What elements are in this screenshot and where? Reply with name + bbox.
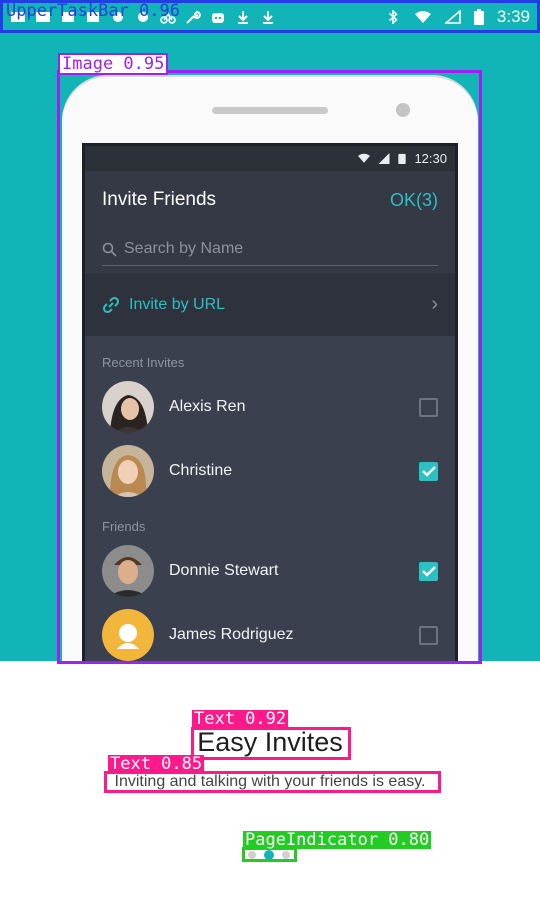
annotation-label: PageIndicator 0.80 — [243, 830, 432, 850]
ok-button[interactable]: OK(3) — [390, 190, 438, 211]
search-icon — [102, 242, 117, 257]
invite-by-url-label: Invite by URL — [129, 295, 226, 313]
android-icon — [212, 12, 224, 23]
onboarding-title: Easy Invites — [197, 727, 343, 757]
contact-name: Donnie Stewart — [169, 562, 279, 579]
contact-row[interactable]: Christine — [85, 439, 455, 503]
checkmark-icon — [421, 465, 436, 477]
annotation-label: UpperTaskBar 0.96 — [6, 1, 180, 21]
screen-title: Invite Friends — [102, 189, 217, 210]
page-dot[interactable] — [282, 851, 290, 859]
contact-checkbox-checked[interactable] — [419, 461, 438, 481]
battery-icon — [473, 8, 484, 25]
wifi-icon — [414, 10, 431, 23]
contact-name: Christine — [169, 462, 233, 479]
avatar — [102, 445, 154, 497]
avatar — [102, 545, 154, 597]
contact-row[interactable]: James Rodriguez — [85, 603, 455, 661]
onboarding-subtitle: Inviting and talking with your friends i… — [114, 773, 426, 790]
chevron-right-icon: › — [431, 293, 438, 315]
app-screen: 12:30 Invite Friends OK(3) Search by Nam… — [82, 143, 458, 661]
section-header-recent: Recent Invites — [102, 355, 185, 370]
page-indicator[interactable] — [243, 849, 295, 861]
avatar — [102, 609, 154, 661]
status-time: 3:39 — [496, 6, 530, 26]
onboarding-screen: 3:39 12:30 Invite Friends OK(3) Search b… — [0, 0, 540, 897]
mock-status-time: 12:30 — [414, 151, 447, 166]
contact-checkbox-checked[interactable] — [419, 561, 438, 581]
signal-icon — [444, 9, 461, 24]
avatar — [102, 381, 154, 433]
link-icon — [102, 296, 120, 313]
phone-speaker — [212, 107, 328, 114]
app-header: Invite Friends OK(3) Search by Name — [85, 171, 455, 273]
search-input[interactable]: Search by Name — [102, 233, 438, 266]
mock-status-bar: 12:30 — [85, 146, 455, 171]
section-header-friends: Friends — [102, 519, 146, 534]
annotation-label: Text 0.85 — [108, 754, 205, 774]
search-placeholder: Search by Name — [124, 240, 244, 257]
wrench-icon — [186, 10, 201, 24]
annotation-label: Image 0.95 — [58, 53, 169, 75]
annotation-label: Text 0.92 — [192, 709, 289, 729]
page-dot-active[interactable] — [264, 850, 274, 860]
contact-checkbox[interactable] — [419, 625, 438, 645]
battery-icon — [398, 153, 407, 164]
phone-mockup: 12:30 Invite Friends OK(3) Search by Nam… — [62, 75, 478, 661]
bluetooth-icon — [388, 9, 398, 24]
contact-checkbox[interactable] — [419, 397, 438, 417]
contact-row[interactable]: Donnie Stewart — [85, 539, 455, 603]
invite-by-url-row[interactable]: Invite by URL › — [85, 273, 455, 336]
contact-name: Alexis Ren — [169, 398, 246, 415]
signal-icon — [378, 153, 390, 164]
download-icon — [263, 10, 273, 24]
contact-name: James Rodriguez — [169, 626, 294, 643]
page-dot[interactable] — [248, 851, 256, 859]
checkmark-icon — [421, 565, 436, 577]
contact-row[interactable]: Alexis Ren — [85, 375, 455, 439]
system-icons: 3:39 — [385, 7, 530, 27]
phone-camera — [396, 103, 410, 117]
download-icon — [238, 10, 248, 24]
hero-image: 12:30 Invite Friends OK(3) Search by Nam… — [0, 33, 540, 661]
wifi-icon — [358, 153, 371, 163]
